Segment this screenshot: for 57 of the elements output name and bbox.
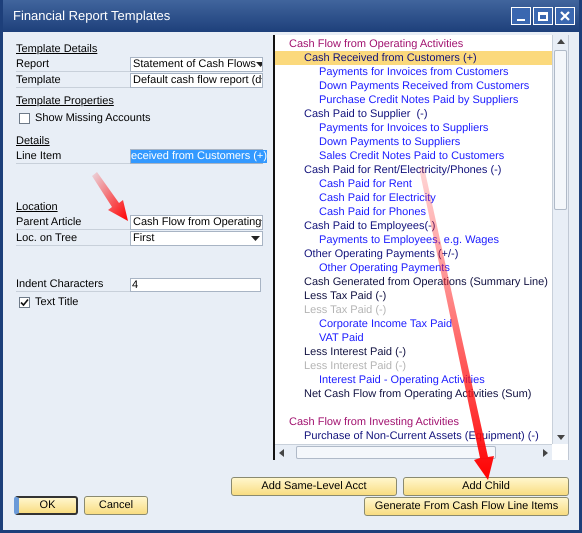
dropdown-field[interactable]: First bbox=[130, 231, 263, 246]
dropdown-arrow-icon bbox=[251, 236, 260, 241]
tree-item[interactable]: Other Operating Payments (+/-) bbox=[275, 247, 552, 261]
vertical-scrollbar[interactable] bbox=[552, 35, 568, 444]
tree-item[interactable]: Sales Credit Notes Paid to Customers bbox=[275, 149, 552, 163]
tree-item[interactable]: Less Tax Paid (-) bbox=[275, 289, 552, 303]
dropdown-arrow-icon bbox=[256, 62, 262, 67]
section-heading: Details bbox=[16, 134, 50, 148]
tree-item[interactable]: Cash Paid for Rent bbox=[275, 177, 552, 191]
tree-item[interactable]: Cash Received from Customers (+) bbox=[275, 51, 552, 65]
checkbox[interactable] bbox=[19, 296, 30, 308]
window-title: Financial Report Templates bbox=[13, 7, 170, 26]
scroll-up-icon bbox=[556, 39, 564, 44]
scrollbar-thumb[interactable] bbox=[554, 50, 567, 210]
tree-item[interactable]: Cash Paid for Phones bbox=[275, 205, 552, 219]
horizontal-scrollbar[interactable] bbox=[275, 444, 552, 460]
tree-item[interactable]: Payments for Invoices to Suppliers bbox=[275, 121, 552, 135]
annotation-arrow bbox=[92, 172, 128, 221]
cancel-button[interactable]: Cancel bbox=[84, 496, 148, 515]
tree-item[interactable]: Down Payments to Suppliers bbox=[275, 135, 552, 149]
tree-item[interactable]: Cash Paid for Rent/Electricity/Phones (-) bbox=[275, 163, 552, 177]
tree-item[interactable]: VAT Paid bbox=[275, 331, 552, 345]
tree-item[interactable]: Down Payments Received from Customers bbox=[275, 79, 552, 93]
maximize-button[interactable] bbox=[533, 7, 553, 25]
tree-item[interactable]: Other Operating Payments bbox=[275, 261, 552, 275]
tree-item[interactable]: Purchase Credit Notes Paid by Suppliers bbox=[275, 93, 552, 107]
tree-item[interactable]: Payments for Invoices from Customers bbox=[275, 65, 552, 79]
add-child-button[interactable]: Add Child bbox=[403, 477, 569, 496]
close-icon bbox=[560, 11, 570, 21]
checkbox-label: Text Title bbox=[35, 294, 78, 310]
minimize-button[interactable] bbox=[511, 7, 531, 25]
scrollbar-thumb[interactable] bbox=[296, 446, 496, 459]
checkbox-label: Show Missing Accounts bbox=[35, 110, 151, 126]
section-heading: Template Properties bbox=[16, 94, 114, 108]
tree-item[interactable]: Cash Paid to Employees(-) bbox=[275, 219, 552, 233]
tree-item[interactable]: Cash Paid for Electricity bbox=[275, 191, 552, 205]
section-heading: Template Details bbox=[16, 42, 98, 56]
dropdown-field[interactable]: Statement of Cash Flows bbox=[130, 57, 263, 72]
close-button[interactable] bbox=[555, 7, 575, 25]
add-same-level-button[interactable]: Add Same-Level Acct bbox=[231, 477, 397, 496]
section-heading: Location bbox=[16, 200, 58, 214]
tree-item[interactable]: Corporate Income Tax Paid bbox=[275, 317, 552, 331]
dropdown-field[interactable]: Default cash flow report (d bbox=[130, 73, 263, 88]
tree-item[interactable]: Cash Paid to Supplier (-) bbox=[275, 107, 552, 121]
scroll-down-icon bbox=[556, 435, 564, 440]
ok-button[interactable]: OK bbox=[14, 496, 78, 515]
tree-item[interactable]: Payments to Employees, e.g. Wages bbox=[275, 233, 552, 247]
tree-item[interactable]: Less Interest Paid (-) bbox=[275, 345, 552, 359]
generate-button[interactable]: Generate From Cash Flow Line Items bbox=[364, 497, 569, 516]
indent-characters-field[interactable]: 4 bbox=[130, 278, 261, 292]
scroll-right-icon bbox=[543, 448, 548, 456]
tree-item[interactable]: Cash Flow from Operating Activities bbox=[275, 37, 552, 51]
tree-item[interactable]: Cash Flow from Investing Activities bbox=[275, 415, 552, 429]
checkbox[interactable] bbox=[19, 112, 30, 124]
scroll-left-icon bbox=[279, 448, 284, 456]
tree-item[interactable]: Cash Generated from Operations (Summary Line) bbox=[275, 275, 552, 289]
dropdown-field[interactable]: Cash Flow from Operating bbox=[130, 215, 263, 230]
